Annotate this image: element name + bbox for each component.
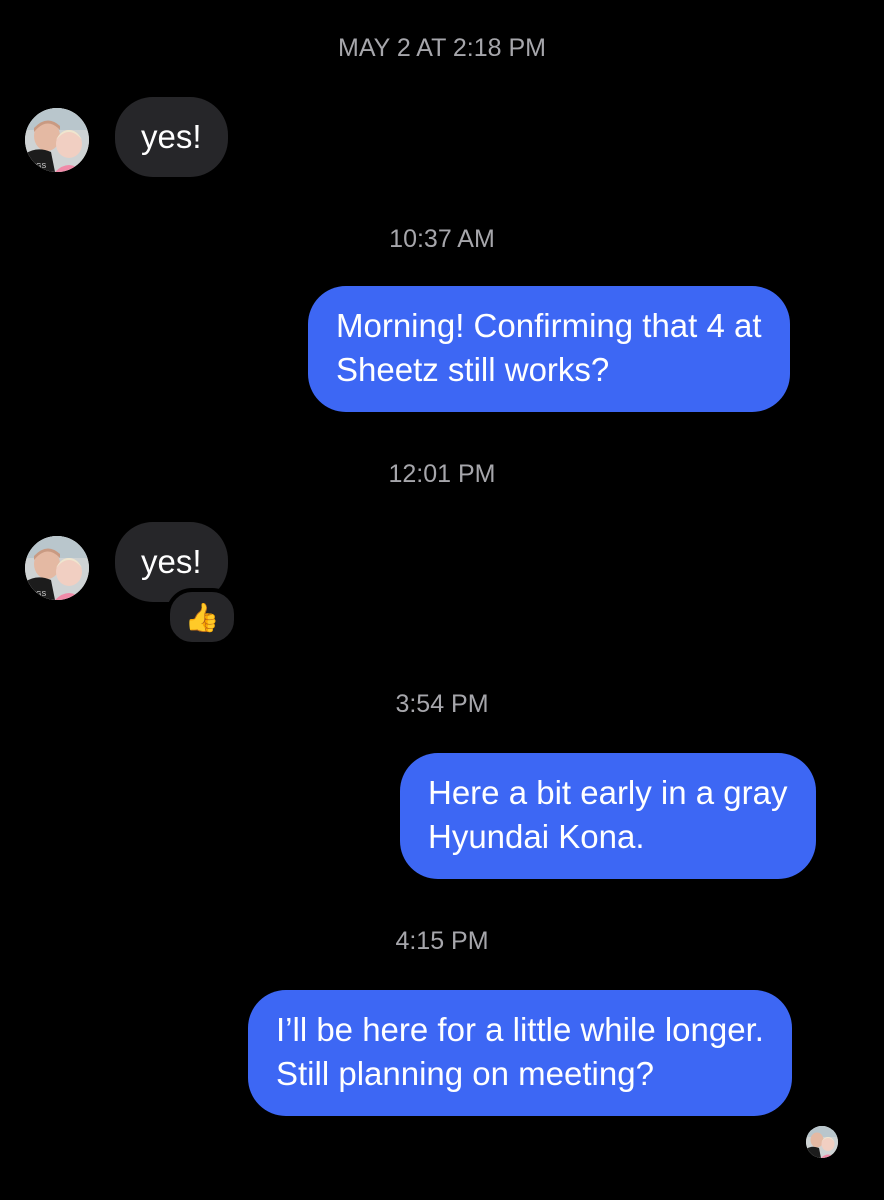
outgoing-message-bubble[interactable]: Morning! Confirming that 4 at Sheetz sti… [308, 286, 790, 412]
timestamp: 3:54 PM [395, 690, 489, 718]
outgoing-message-bubble[interactable]: I’ll be here for a little while longer. … [248, 990, 792, 1116]
timestamp: 4:15 PM [395, 927, 489, 955]
timestamp: 12:01 PM [388, 460, 496, 488]
contact-avatar[interactable]: INGS [25, 536, 89, 600]
timestamp: 10:37 AM [389, 225, 495, 253]
reaction-badge[interactable]: 👍 [166, 588, 238, 646]
read-receipt-avatar [806, 1126, 838, 1158]
incoming-message-bubble[interactable]: yes! [115, 97, 228, 177]
contact-avatar[interactable]: INGS [25, 108, 89, 172]
thumbs-up-icon: 👍 [184, 601, 220, 633]
timestamp: MAY 2 AT 2:18 PM [338, 34, 546, 62]
svg-text:INGS: INGS [29, 591, 46, 598]
outgoing-message-bubble[interactable]: Here a bit early in a gray Hyundai Kona. [400, 753, 816, 879]
svg-text:INGS: INGS [29, 163, 46, 170]
